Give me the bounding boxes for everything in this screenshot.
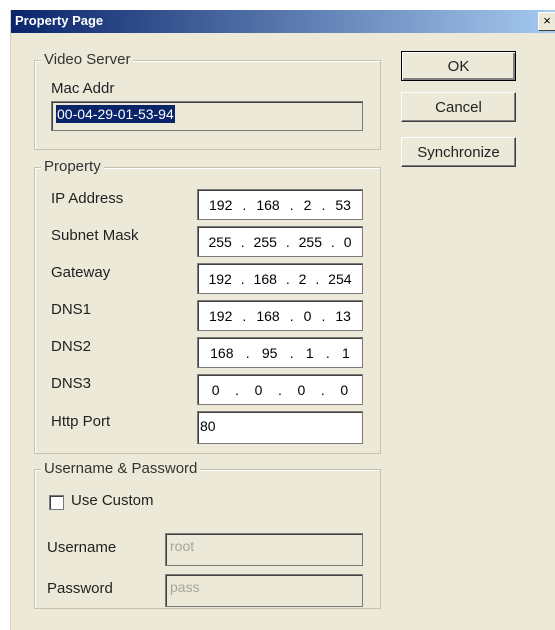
dns2-field[interactable]: 168. 95. 1. 1 xyxy=(197,337,363,368)
dns3-octet-2: 0 xyxy=(254,381,263,398)
use-custom-label[interactable]: Use Custom xyxy=(71,492,154,509)
subnet-octet-1: 255 xyxy=(208,233,232,250)
username-value: root xyxy=(170,538,195,554)
dns1-octet-4: 13 xyxy=(335,307,351,324)
mac-addr-value: 00-04-29-01-53-94 xyxy=(56,105,175,123)
dns2-octet-2: 95 xyxy=(261,344,278,361)
video-server-legend: Video Server xyxy=(41,51,134,68)
username-field[interactable]: root xyxy=(165,533,363,566)
window-title: Property Page xyxy=(15,13,104,28)
mac-addr-label: Mac Addr xyxy=(51,80,115,97)
subnet-mask-field[interactable]: 255. 255. 255. 0 xyxy=(197,226,363,257)
http-port-label: Http Port xyxy=(51,413,111,430)
property-dialog: Property Page × Video Server Mac Addr 00… xyxy=(10,10,555,630)
dns3-octet-4: 0 xyxy=(340,381,349,398)
video-server-group: Video Server Mac Addr 00-04-29-01-53-94 xyxy=(34,51,381,150)
property-legend: Property xyxy=(41,158,104,175)
ip-address-label: IP Address xyxy=(51,190,124,207)
dns3-octet-1: 0 xyxy=(211,381,220,398)
gateway-octet-2: 168 xyxy=(253,270,277,287)
password-label: Password xyxy=(47,580,113,597)
dns2-octet-3: 1 xyxy=(305,344,314,361)
ip-octet-1: 192 xyxy=(209,196,233,213)
title-bar[interactable]: Property Page × xyxy=(11,10,555,33)
dns2-octet-1: 168 xyxy=(210,344,234,361)
ip-octet-2: 168 xyxy=(256,196,280,213)
mac-addr-field[interactable]: 00-04-29-01-53-94 xyxy=(51,101,363,131)
subnet-octet-2: 255 xyxy=(253,233,277,250)
password-field[interactable]: pass xyxy=(165,574,363,607)
dns3-octet-3: 0 xyxy=(297,381,306,398)
dns3-field[interactable]: 0. 0. 0. 0 xyxy=(197,374,363,405)
ip-address-field[interactable]: 192. 168. 2. 53 xyxy=(197,189,363,220)
close-button[interactable]: × xyxy=(538,12,555,31)
http-port-value: 80 xyxy=(200,418,216,434)
dns1-label: DNS1 xyxy=(51,301,92,318)
username-label: Username xyxy=(47,539,117,556)
dns3-label: DNS3 xyxy=(51,375,92,392)
gateway-octet-3: 2 xyxy=(298,270,307,287)
dns1-octet-2: 168 xyxy=(256,307,280,324)
property-group: Property IP Address 192. 168. 2. 53 Subn… xyxy=(34,158,381,454)
gateway-label: Gateway xyxy=(51,264,111,281)
close-icon: × xyxy=(543,13,551,28)
dns1-field[interactable]: 192. 168. 0. 13 xyxy=(197,300,363,331)
synchronize-button[interactable]: Synchronize xyxy=(401,137,516,167)
credentials-legend: Username & Password xyxy=(41,460,201,477)
subnet-octet-4: 0 xyxy=(343,233,352,250)
subnet-mask-label: Subnet Mask xyxy=(51,227,139,244)
dns1-octet-1: 192 xyxy=(209,307,233,324)
dns2-label: DNS2 xyxy=(51,338,92,355)
gateway-field[interactable]: 192. 168. 2. 254 xyxy=(197,263,363,294)
ip-octet-3: 2 xyxy=(303,196,312,213)
credentials-group: Username & Password Use Custom Username … xyxy=(34,460,381,609)
http-port-field[interactable]: 80 xyxy=(197,411,363,444)
ip-octet-4: 53 xyxy=(335,196,351,213)
subnet-octet-3: 255 xyxy=(298,233,322,250)
dns1-octet-3: 0 xyxy=(303,307,312,324)
gateway-octet-4: 254 xyxy=(328,270,352,287)
cancel-button[interactable]: Cancel xyxy=(401,92,516,122)
ok-button[interactable]: OK xyxy=(401,51,516,81)
use-custom-checkbox[interactable] xyxy=(49,495,64,510)
gateway-octet-1: 192 xyxy=(208,270,232,287)
password-value: pass xyxy=(170,579,200,595)
dns2-octet-4: 1 xyxy=(342,344,350,361)
